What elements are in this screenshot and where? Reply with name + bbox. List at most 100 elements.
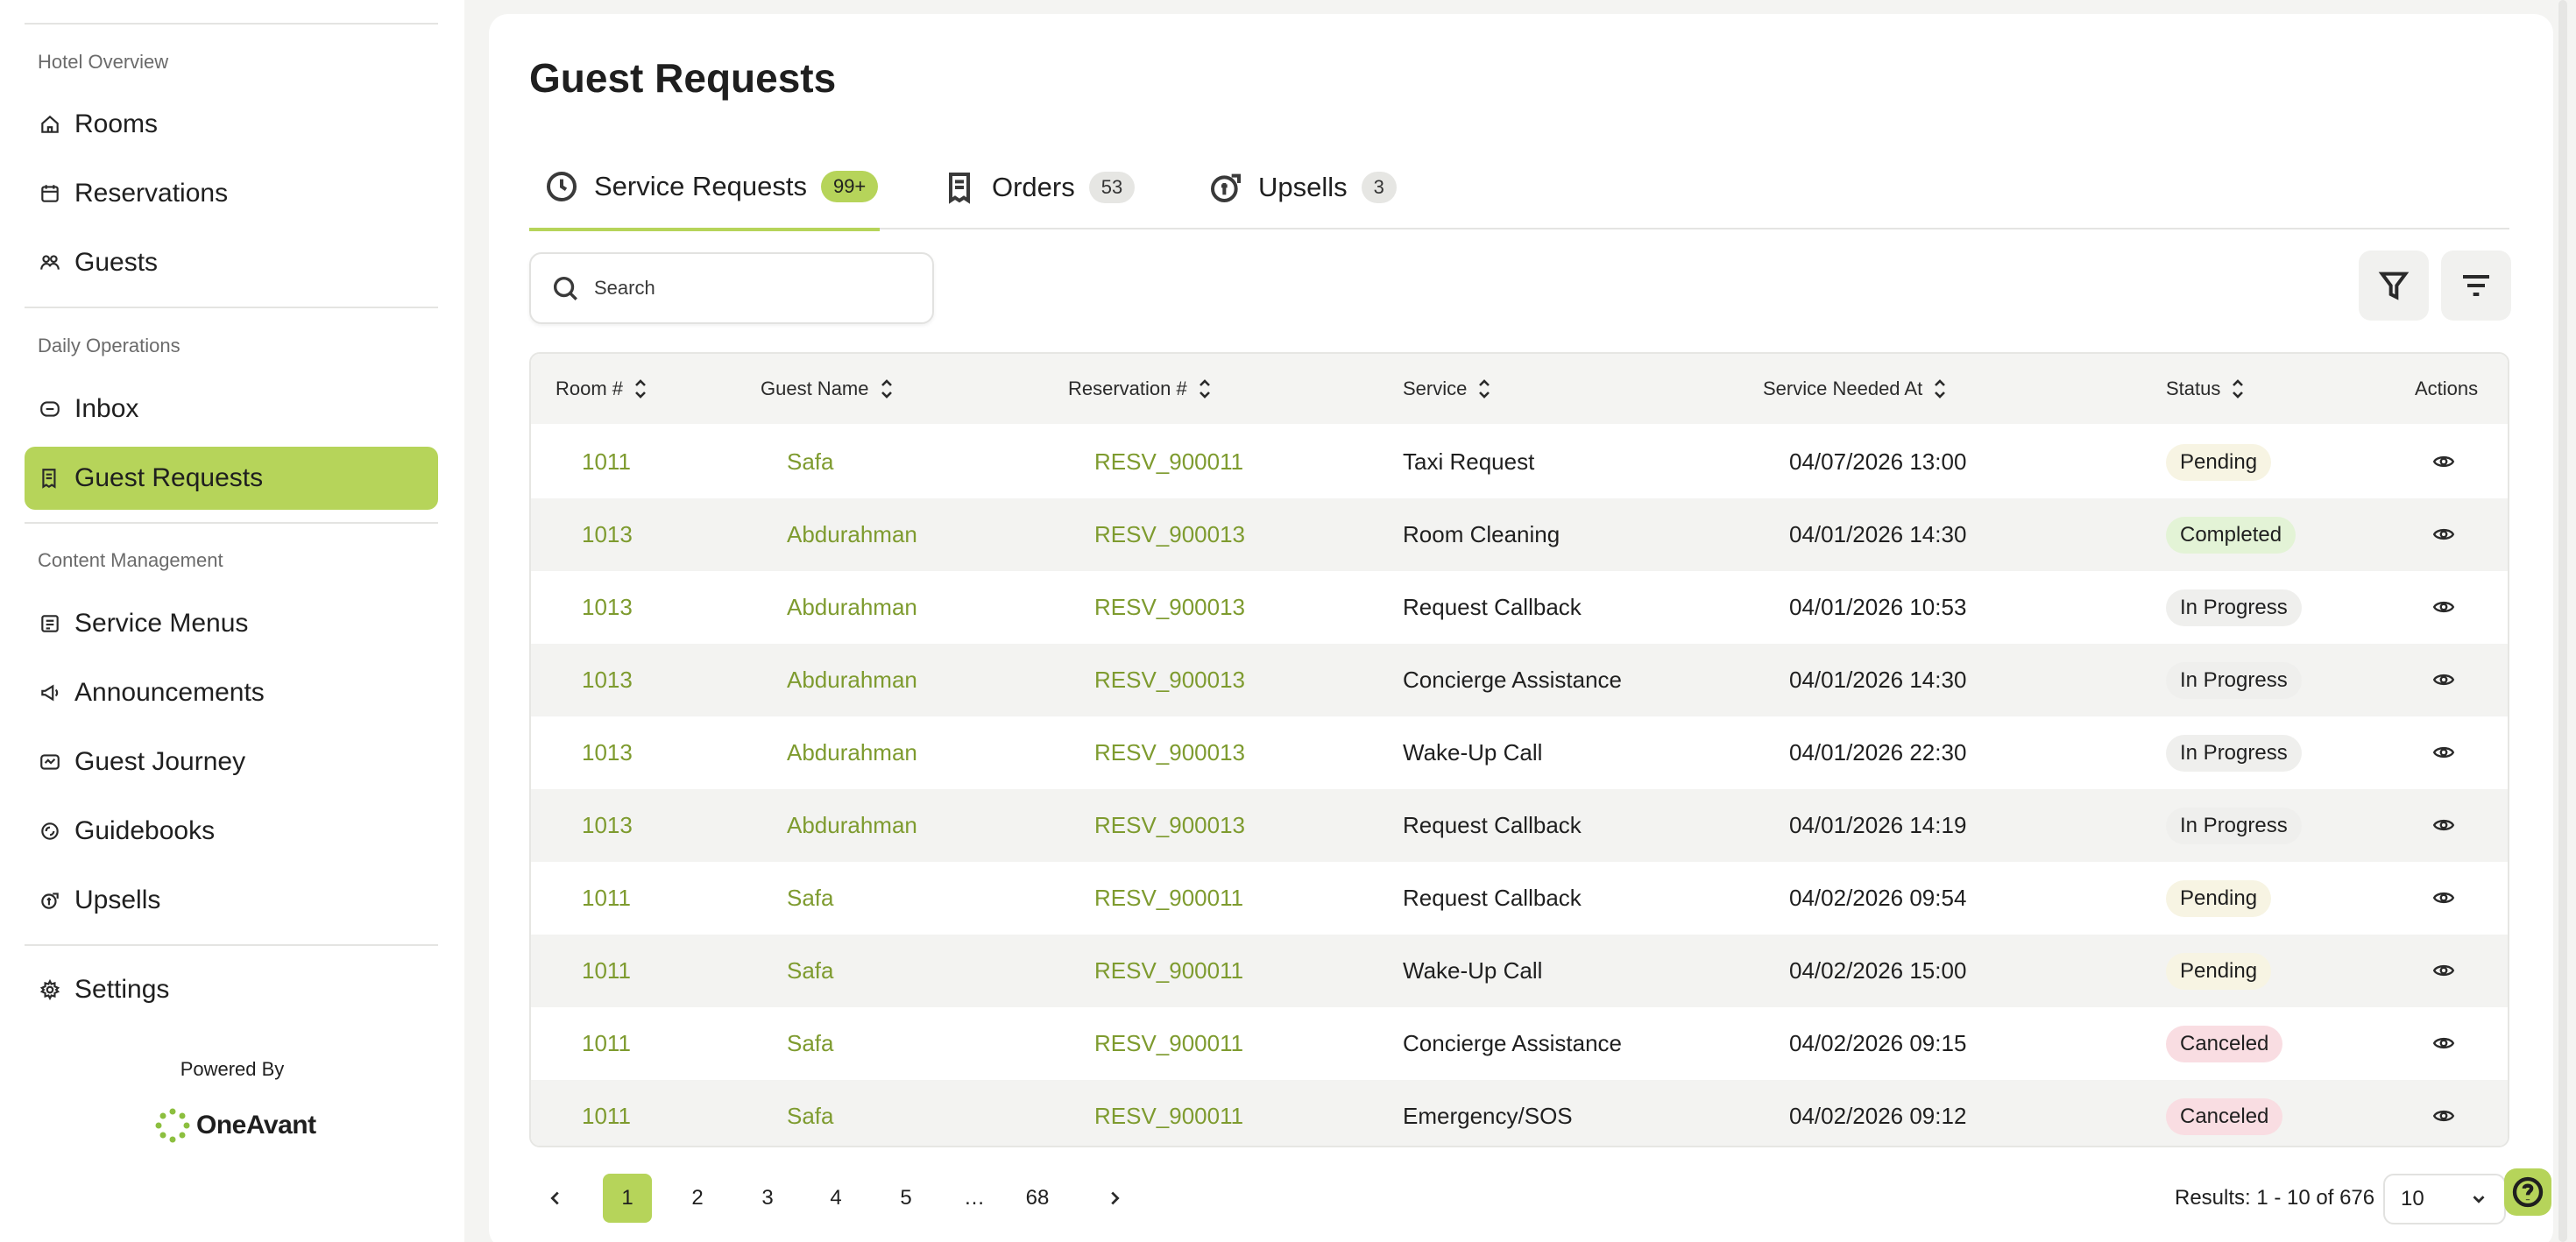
room-number-link[interactable]: 1013 — [582, 716, 633, 789]
page-button[interactable]: 1 — [603, 1174, 652, 1223]
guest-name-link[interactable]: Abdurahman — [787, 571, 917, 644]
guest-name-link[interactable]: Abdurahman — [787, 644, 917, 716]
room-number-link[interactable]: 1011 — [582, 935, 631, 1007]
guest-name-link[interactable]: Abdurahman — [787, 498, 917, 571]
search-input[interactable] — [594, 277, 909, 300]
sidebar-item-reservations[interactable]: Reservations — [25, 162, 438, 225]
room-number-link[interactable]: 1011 — [582, 862, 631, 935]
room-number-link[interactable]: 1013 — [582, 789, 633, 862]
sidebar-item-guidebooks[interactable]: Guidebooks — [25, 800, 438, 863]
guest-name-link[interactable]: Safa — [787, 1080, 834, 1146]
sidebar-item-settings[interactable]: Settings — [25, 958, 438, 1021]
users-icon — [38, 251, 62, 275]
sidebar-item-label: Guest Journey — [74, 747, 246, 776]
column-header-status[interactable]: Status — [2166, 354, 2245, 424]
column-header-service[interactable]: Service — [1403, 354, 1491, 424]
view-request-button[interactable] — [2432, 523, 2457, 547]
service-needed-at-cell: 04/02/2026 09:54 — [1789, 885, 1967, 911]
sort-options-button[interactable] — [2441, 251, 2511, 321]
room-number-link[interactable]: 1013 — [582, 644, 633, 716]
reservation-link[interactable]: RESV_900011 — [1094, 935, 1243, 1007]
page-button[interactable]: 4 — [811, 1174, 860, 1223]
column-header-guest-name[interactable]: Guest Name — [761, 354, 894, 424]
view-request-button[interactable] — [2432, 450, 2457, 475]
room-number-link[interactable]: 1011 — [582, 426, 631, 498]
page-button[interactable]: 68 — [1013, 1174, 1062, 1223]
sidebar-item-guests[interactable]: Guests — [25, 231, 438, 294]
status-cell: Pending — [2166, 426, 2272, 498]
view-request-button[interactable] — [2432, 886, 2457, 911]
reservation-link[interactable]: RESV_900011 — [1094, 1080, 1243, 1146]
view-request-button[interactable] — [2432, 959, 2457, 984]
reservation-link[interactable]: RESV_900011 — [1094, 426, 1243, 498]
tab-upsells[interactable]: Upsells 3 — [1207, 145, 1397, 229]
eye-icon — [2432, 964, 2455, 977]
menu-book-icon — [38, 611, 62, 636]
reservation-link[interactable]: RESV_900011 — [1094, 862, 1243, 935]
view-request-button[interactable] — [2432, 596, 2457, 620]
guest-name-link[interactable]: Abdurahman — [787, 716, 917, 789]
page-button[interactable]: 5 — [881, 1174, 931, 1223]
reservation-link[interactable]: RESV_900013 — [1094, 644, 1245, 716]
sidebar-item-guest-journey[interactable]: Guest Journey — [25, 730, 438, 794]
service-cell: Taxi Request — [1403, 448, 1535, 475]
view-request-button[interactable] — [2432, 1032, 2457, 1056]
column-header-label: Guest Name — [761, 378, 869, 399]
view-request-button[interactable] — [2432, 668, 2457, 693]
sidebar-item-announcements[interactable]: Announcements — [25, 661, 438, 724]
previous-page-button[interactable] — [538, 1174, 573, 1223]
page-button[interactable]: 2 — [673, 1174, 722, 1223]
view-request-button[interactable] — [2432, 741, 2457, 766]
service-cell: Emergency/SOS — [1403, 1103, 1573, 1129]
room-number-link[interactable]: 1011 — [582, 1007, 631, 1080]
reservation-link[interactable]: RESV_900013 — [1094, 716, 1245, 789]
inbox-icon — [38, 397, 62, 421]
tab-service-requests[interactable]: Service Requests 99+ — [529, 145, 880, 231]
sort-icon — [633, 378, 648, 400]
rows-per-page-select[interactable]: 10 — [2383, 1174, 2506, 1224]
tab-label: Service Requests — [594, 171, 807, 201]
page-scrollbar[interactable] — [2558, 0, 2567, 1242]
column-header-service-needed-at[interactable]: Service Needed At — [1763, 354, 1947, 424]
page-button[interactable]: 3 — [743, 1174, 792, 1223]
reservation-link[interactable]: RESV_900011 — [1094, 1007, 1243, 1080]
home-icon — [38, 112, 62, 137]
sort-icon — [880, 378, 894, 400]
help-button[interactable] — [2504, 1168, 2551, 1216]
tab-orders[interactable]: Orders 53 — [941, 145, 1136, 229]
guest-name-link[interactable]: Safa — [787, 426, 834, 498]
view-request-button[interactable] — [2432, 814, 2457, 838]
tab-count-badge: 3 — [1361, 172, 1397, 203]
guest-name-link[interactable]: Safa — [787, 862, 834, 935]
sidebar-item-guest-requests[interactable]: Guest Requests — [25, 447, 438, 510]
sidebar-item-service-menus[interactable]: Service Menus — [25, 592, 438, 655]
sidebar-item-label: Upsells — [74, 886, 161, 914]
next-page-button[interactable] — [1097, 1174, 1132, 1223]
column-header-reservation[interactable]: Reservation # — [1068, 354, 1212, 424]
room-number-link[interactable]: 1013 — [582, 571, 633, 644]
table-row: 1013 Abdurahman RESV_900013 Concierge Assis… — [531, 644, 2508, 716]
oneavant-logo: OneAvant — [154, 1107, 316, 1144]
sidebar-item-upsells[interactable]: Upsells — [25, 869, 438, 932]
reservation-link[interactable]: RESV_900013 — [1094, 571, 1245, 644]
column-header-room[interactable]: Room # — [556, 354, 648, 424]
sidebar-item-rooms[interactable]: Rooms — [25, 93, 438, 156]
filter-button[interactable] — [2359, 251, 2429, 321]
room-number-link[interactable]: 1013 — [582, 498, 633, 571]
sidebar-item-label: Reservations — [74, 179, 229, 208]
sidebar-item-label: Settings — [74, 975, 170, 1004]
eye-icon — [2432, 746, 2455, 759]
sidebar-item-inbox[interactable]: Inbox — [25, 378, 438, 441]
column-header-label: Status — [2166, 378, 2221, 399]
sort-icon — [1477, 378, 1491, 400]
view-request-button[interactable] — [2432, 1104, 2457, 1129]
guest-name-link[interactable]: Safa — [787, 1007, 834, 1080]
guest-name-link[interactable]: Safa — [787, 935, 834, 1007]
status-badge: In Progress — [2166, 734, 2302, 772]
reservation-link[interactable]: RESV_900013 — [1094, 789, 1245, 862]
room-number-link[interactable]: 1011 — [582, 1080, 631, 1146]
guest-name-link[interactable]: Abdurahman — [787, 789, 917, 862]
reservation-link[interactable]: RESV_900013 — [1094, 498, 1245, 571]
service-cell: Request Callback — [1403, 812, 1582, 838]
service-needed-at-cell: 04/01/2026 14:19 — [1789, 812, 1967, 838]
